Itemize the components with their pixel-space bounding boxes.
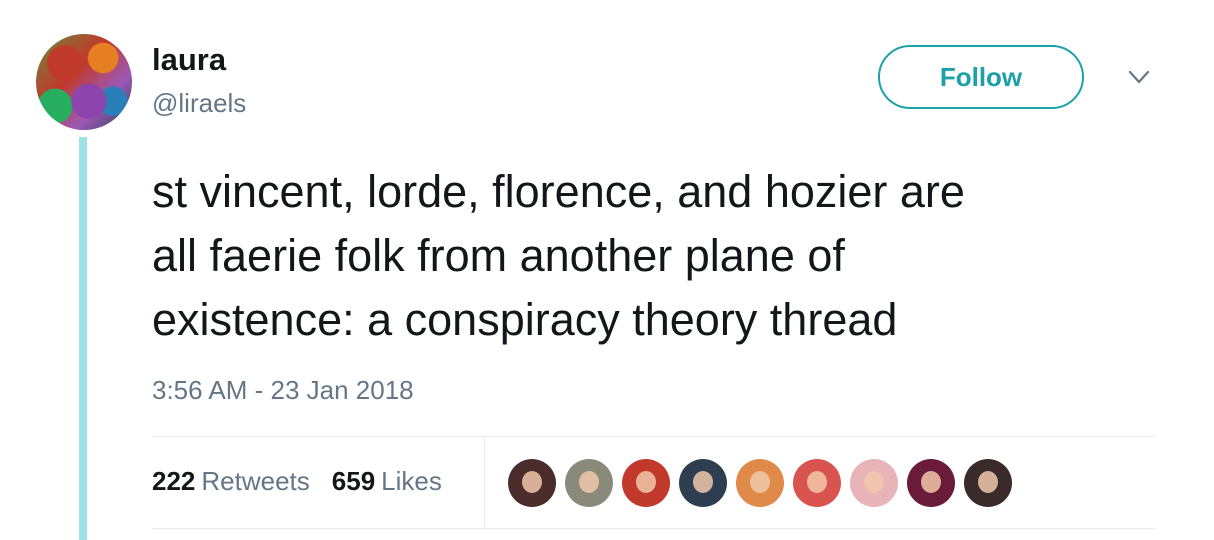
liker-avatar[interactable] [679, 459, 727, 507]
chevron-down-icon[interactable] [1126, 64, 1152, 90]
tweet-text: st vincent, lorde, florence, and hozier … [152, 160, 1192, 352]
user-avatar[interactable] [36, 34, 132, 130]
divider [152, 436, 1156, 437]
likes-label: Likes [381, 466, 442, 496]
liker-avatars [508, 459, 1012, 507]
stats-separator [484, 437, 485, 528]
tweet-text-line: all faerie folk from another plane of [152, 230, 845, 281]
liker-avatar[interactable] [622, 459, 670, 507]
tweet-text-line: existence: a conspiracy theory thread [152, 294, 898, 345]
tweet-text-line: st vincent, lorde, florence, and hozier … [152, 166, 965, 217]
retweets-count: 222 [152, 466, 196, 496]
likes-stat[interactable]: 659 Likes [332, 466, 442, 497]
liker-avatar[interactable] [907, 459, 955, 507]
tweet-stats: 222 Retweets 659 Likes [152, 466, 442, 497]
liker-avatar[interactable] [793, 459, 841, 507]
retweets-stat[interactable]: 222 Retweets [152, 466, 310, 497]
divider [152, 528, 1156, 529]
liker-avatar[interactable] [736, 459, 784, 507]
thread-line [79, 137, 87, 540]
user-display-name[interactable]: laura [152, 42, 226, 78]
liker-avatar[interactable] [964, 459, 1012, 507]
liker-avatar[interactable] [508, 459, 556, 507]
retweets-label: Retweets [201, 466, 310, 496]
tweet-timestamp[interactable]: 3:56 AM - 23 Jan 2018 [152, 375, 414, 406]
user-handle[interactable]: @liraels [152, 88, 246, 119]
liker-avatar[interactable] [565, 459, 613, 507]
liker-avatar[interactable] [850, 459, 898, 507]
follow-button[interactable]: Follow [878, 45, 1084, 109]
likes-count: 659 [331, 466, 376, 496]
